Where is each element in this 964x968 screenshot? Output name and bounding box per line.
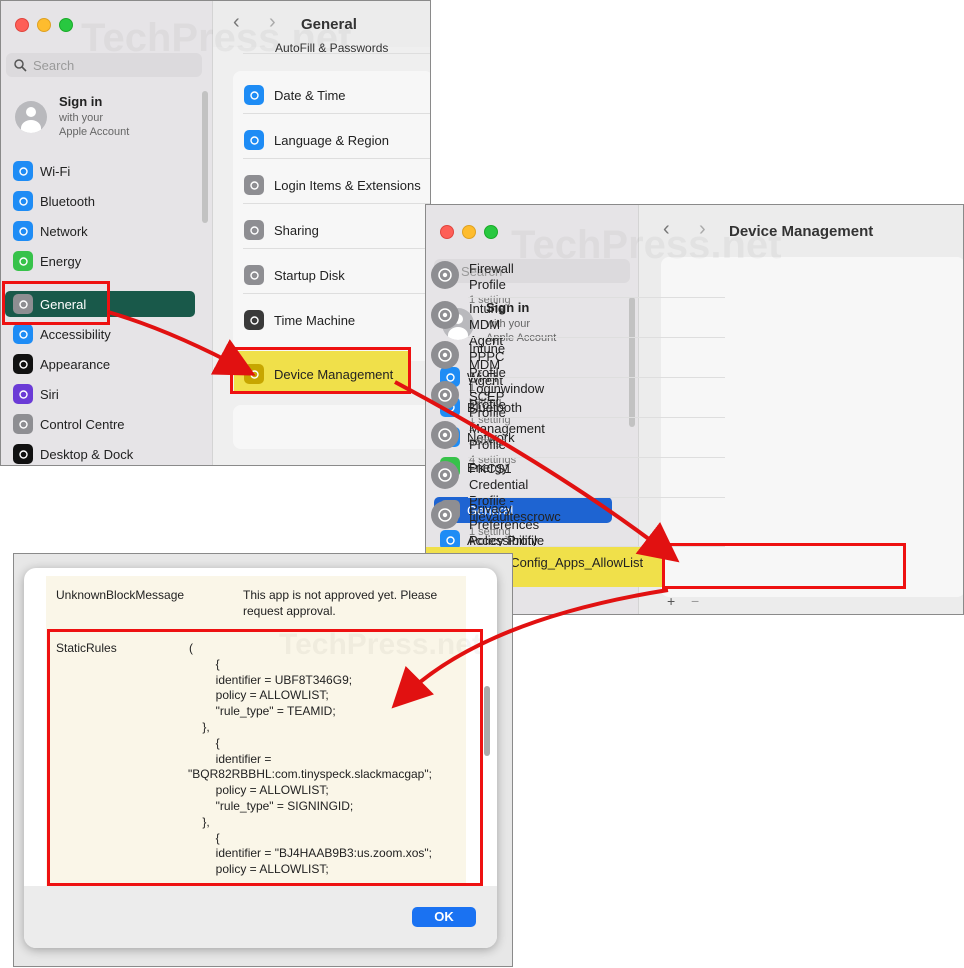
arrows-overlay xyxy=(107,310,680,709)
arrow-profile-to-static-rules xyxy=(391,588,669,709)
arrow-device-management-to-profile xyxy=(394,380,680,563)
arrow-general-to-device-management xyxy=(107,310,256,376)
